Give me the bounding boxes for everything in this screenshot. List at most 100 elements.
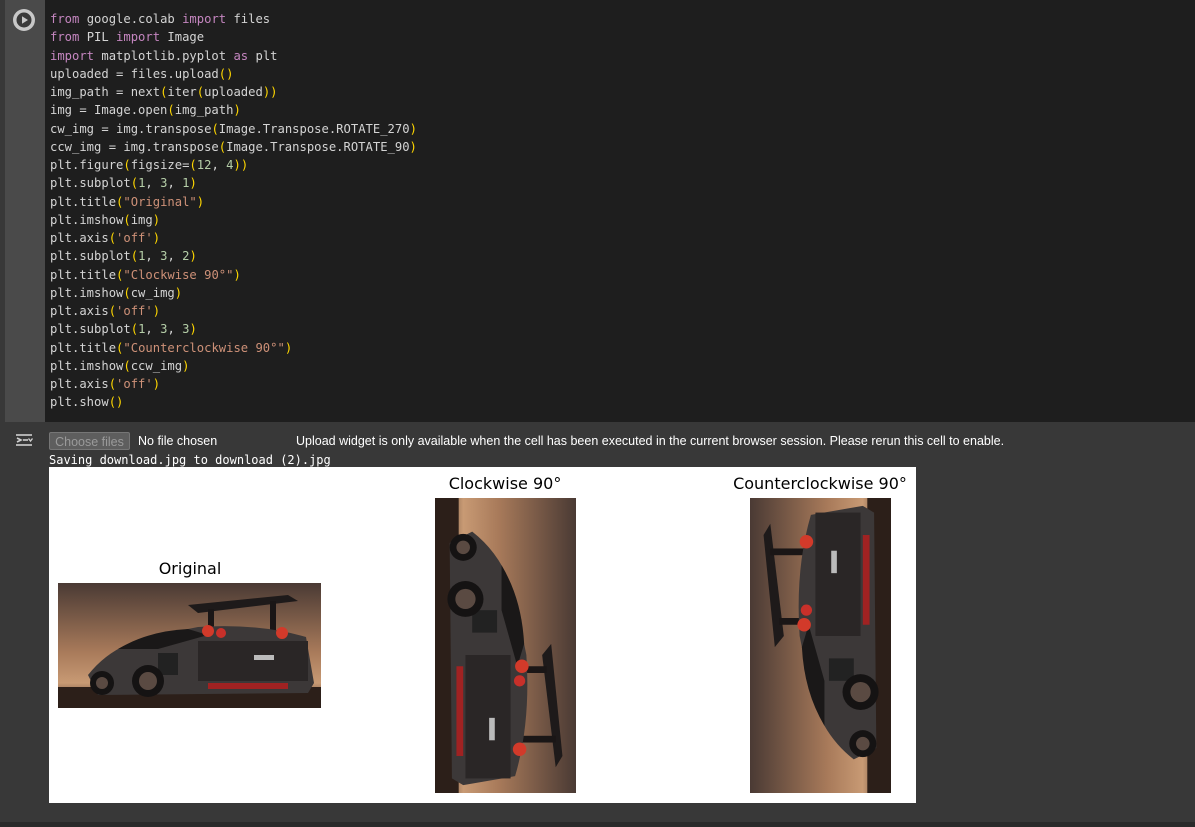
code-line: ccw_img = img.transpose(Image.Transpose.… — [50, 140, 417, 154]
code-token: img_path = next — [50, 85, 161, 99]
code-cell: from google.colab import files from PIL … — [0, 0, 1195, 822]
code-token: , — [211, 158, 227, 172]
code-token: ( — [123, 285, 131, 300]
code-token: , — [167, 322, 183, 337]
code-token: 'off' — [116, 377, 153, 391]
code-token: )) — [262, 85, 278, 99]
original-car-image — [58, 583, 321, 708]
code-token: Image.Transpose.ROTATE_90 — [226, 139, 410, 154]
code-token: ) — [409, 121, 417, 136]
code-token: "Counterclockwise 90°" — [123, 340, 285, 355]
code-token: )) — [233, 158, 249, 172]
code-token: plt.axis — [50, 304, 109, 318]
code-line: plt.imshow(ccw_img) — [50, 359, 189, 373]
code-token: plt.subplot — [50, 322, 131, 337]
code-line: plt.figure(figsize=(12, 4)) — [50, 158, 248, 172]
code-token: ( — [130, 249, 139, 264]
code-token: img_path — [174, 103, 234, 118]
saving-output-text: Saving download.jpg to download (2).jpg — [49, 453, 331, 467]
code-token: google.colab — [79, 12, 183, 26]
code-token: cw_img — [130, 285, 175, 300]
code-token: plt.imshow — [50, 212, 124, 227]
code-line: img = Image.open(img_path) — [50, 103, 241, 117]
panel-title-original: Original — [158, 559, 222, 578]
code-token: 'off' — [116, 231, 153, 245]
code-line: from PIL import Image — [50, 30, 204, 44]
code-token: plt.figure — [50, 158, 124, 172]
code-line: plt.title("Original") — [50, 195, 204, 209]
code-token: ( — [196, 85, 205, 99]
code-token: import — [50, 48, 95, 63]
code-editor[interactable]: from google.colab import files from PIL … — [45, 0, 1195, 422]
code-token: iter — [167, 85, 197, 99]
code-token: ) — [284, 340, 293, 355]
code-token: ( — [167, 103, 175, 118]
code-token: import — [116, 30, 161, 45]
code-token: "Original" — [123, 194, 197, 209]
code-token: plt.show — [50, 395, 109, 410]
code-token: "Clockwise 90°" — [123, 267, 234, 282]
code-token: ) — [189, 249, 197, 264]
code-token: plt.imshow — [50, 285, 124, 300]
code-token: ) — [152, 212, 161, 227]
code-token: figsize= — [130, 158, 190, 172]
code-token: Image.Transpose.ROTATE_270 — [218, 121, 410, 136]
code-token: from — [50, 12, 80, 26]
code-token: uploaded = files.upload — [50, 66, 219, 81]
code-line: plt.axis('off') — [50, 304, 160, 318]
code-token: ( — [189, 158, 197, 172]
code-token: , — [145, 249, 161, 264]
code-token: files — [226, 12, 271, 26]
code-line: from google.colab import files — [50, 12, 270, 26]
choose-files-button[interactable]: Choose files — [49, 432, 130, 450]
code-token: matplotlib.pyplot — [94, 48, 234, 63]
run-cell-button[interactable] — [13, 9, 35, 31]
code-token: ) — [189, 176, 197, 191]
code-token: ) — [174, 285, 183, 300]
upload-widget-message: Upload widget is only available when the… — [296, 434, 1005, 448]
code-token: ) — [196, 194, 205, 209]
code-token: ( — [123, 358, 131, 373]
cell-gutter — [5, 0, 45, 422]
code-token: ( — [108, 377, 117, 391]
code-token: plt.subplot — [50, 176, 131, 191]
code-line: plt.subplot(1, 3, 3) — [50, 322, 197, 336]
output-toggle-icon[interactable] — [13, 430, 35, 450]
code-token: 12 — [196, 158, 212, 172]
code-token: ( — [218, 139, 227, 154]
code-token: PIL — [79, 30, 117, 45]
code-token: () — [218, 66, 234, 81]
code-token: ( — [108, 304, 117, 318]
code-token: Image — [160, 30, 205, 45]
code-token: img = Image.open — [50, 103, 168, 118]
code-line: plt.subplot(1, 3, 2) — [50, 249, 197, 263]
code-line: plt.axis('off') — [50, 231, 160, 245]
code-token: ) — [152, 377, 161, 391]
code-token: ( — [123, 158, 131, 172]
code-token: import — [182, 12, 227, 26]
code-token: ( — [108, 231, 117, 245]
code-token: ) — [233, 267, 241, 282]
code-token: ) — [233, 103, 241, 118]
code-token: ) — [152, 304, 161, 318]
matplotlib-figure: Original Clockwise 90° Counterclockwise … — [49, 467, 916, 803]
code-token: ( — [130, 176, 139, 191]
code-token: , — [145, 176, 161, 191]
code-line: plt.imshow(cw_img) — [50, 286, 182, 300]
code-line: plt.axis('off') — [50, 377, 160, 391]
code-token: ccw_img — [130, 358, 183, 373]
code-text[interactable]: from google.colab import files from PIL … — [50, 10, 417, 412]
code-token: ) — [409, 139, 417, 154]
code-token: ) — [152, 231, 161, 245]
code-token: ) — [182, 358, 190, 373]
code-token: plt.axis — [50, 377, 109, 391]
output-gutter — [5, 422, 45, 822]
code-token: , — [167, 249, 183, 264]
clockwise-car-image — [435, 498, 576, 793]
code-token: , — [145, 322, 161, 337]
code-token: img — [130, 212, 153, 227]
code-token: plt.subplot — [50, 249, 131, 264]
code-token: ) — [189, 322, 197, 337]
code-token: plt.title — [50, 340, 117, 355]
code-line: img_path = next(iter(uploaded)) — [50, 85, 278, 99]
